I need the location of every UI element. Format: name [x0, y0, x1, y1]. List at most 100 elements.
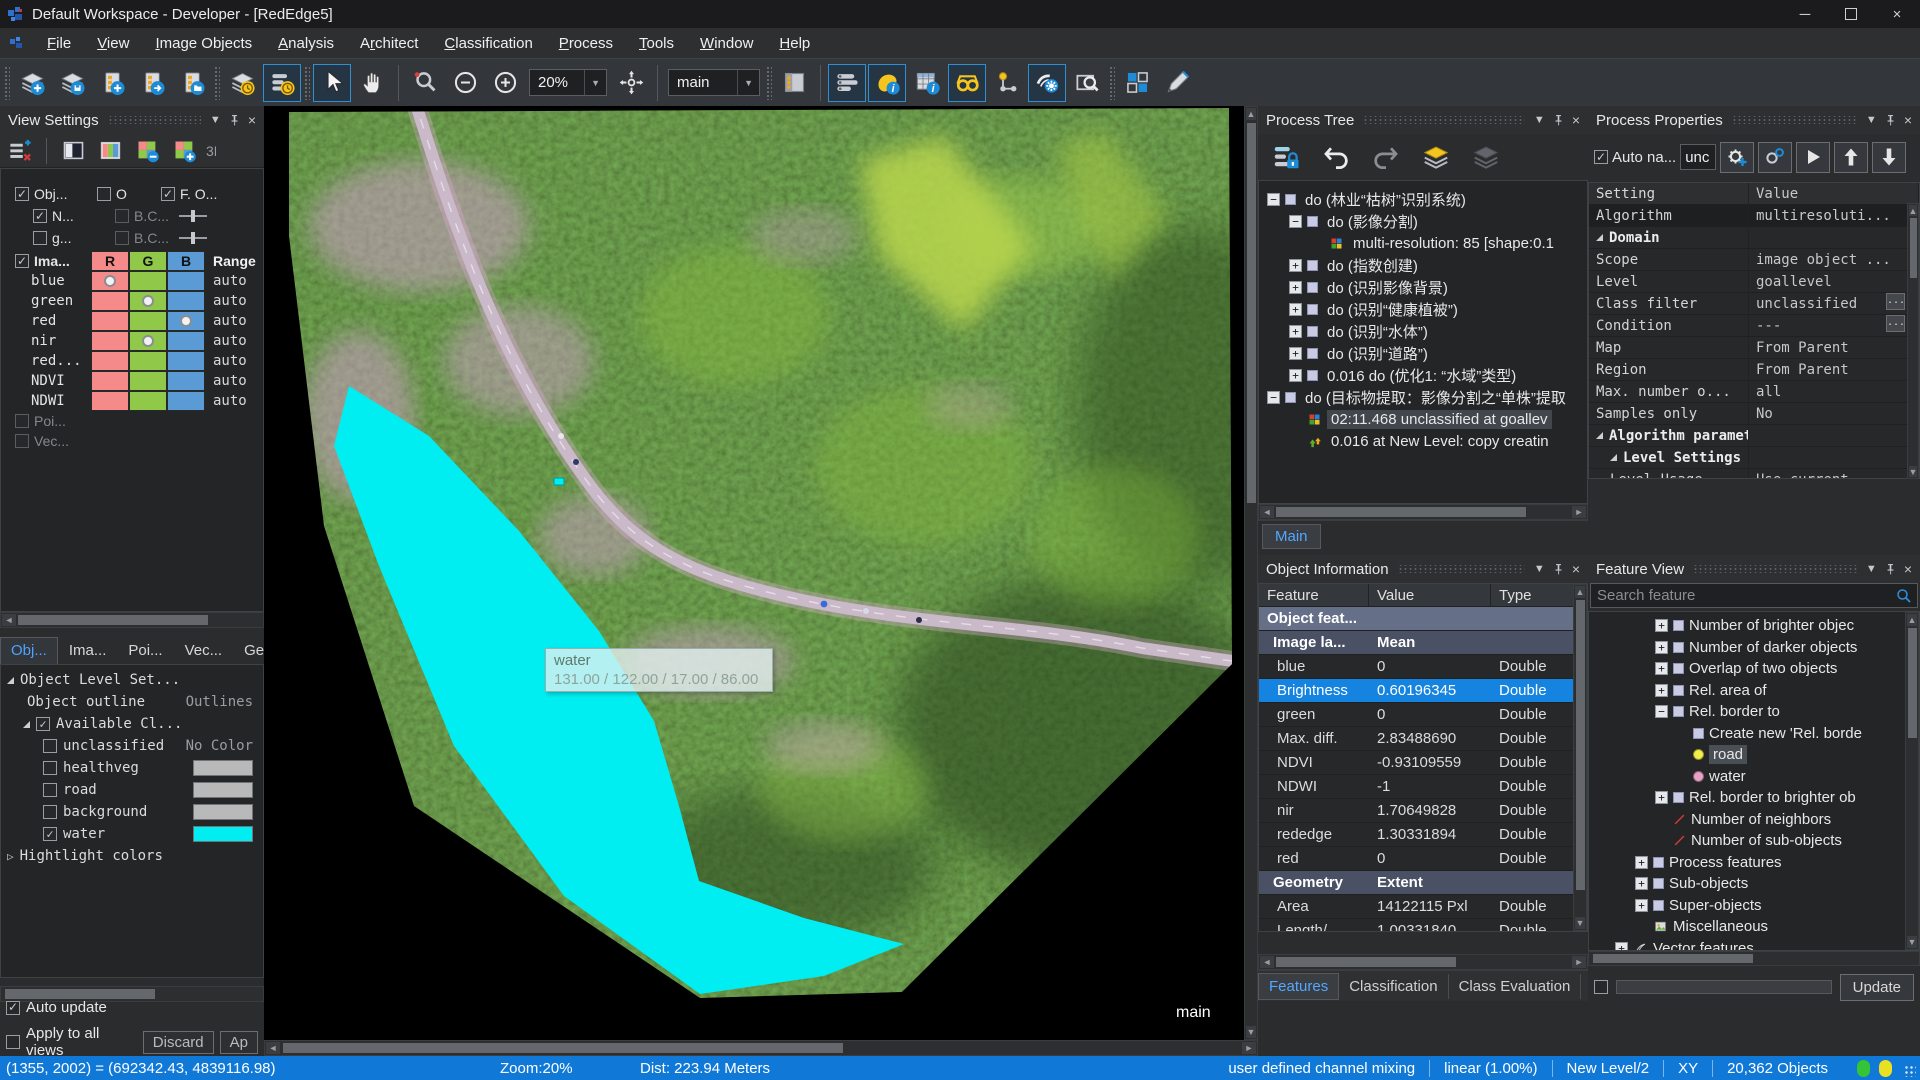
process-name-input[interactable]: unc: [1680, 144, 1716, 170]
class-checkbox[interactable]: [43, 739, 57, 753]
expand-icon[interactable]: +: [1655, 684, 1668, 697]
active-view-select[interactable]: main▼: [668, 69, 760, 96]
channel-cell-r[interactable]: [91, 391, 129, 411]
channel-cell-b[interactable]: [167, 291, 205, 311]
column-header-value[interactable]: Value: [1369, 584, 1491, 606]
feature-row[interactable]: red0Double: [1259, 847, 1587, 871]
expand-icon[interactable]: +: [1289, 303, 1302, 316]
column-header-feature[interactable]: Feature: [1259, 584, 1369, 606]
vs-checkbox[interactable]: [115, 231, 129, 245]
zoom-in-button[interactable]: [486, 64, 524, 102]
object-links-button[interactable]: [988, 64, 1026, 102]
expand-icon[interactable]: +: [1635, 899, 1648, 912]
feature-tree-row[interactable]: +Overlap of two objects: [1589, 658, 1919, 680]
menu-window[interactable]: Window: [687, 32, 766, 55]
feature-view-vscrollbar[interactable]: ▲▼: [1905, 612, 1919, 950]
feature-tree-row[interactable]: +Sub-objects: [1589, 873, 1919, 895]
menu-process[interactable]: Process: [546, 32, 626, 55]
process-list-button[interactable]: [1267, 138, 1305, 176]
property-row[interactable]: Max. number o...all: [1589, 381, 1919, 403]
move-up-button[interactable]: [1834, 142, 1868, 173]
channel-cell-g[interactable]: [129, 331, 167, 351]
feature-row[interactable]: Object feat...: [1259, 607, 1587, 631]
export-data-button[interactable]: [133, 64, 171, 102]
minimize-button[interactable]: ─: [1782, 0, 1828, 28]
pin-icon[interactable]: [228, 114, 241, 127]
close-icon[interactable]: ×: [1904, 113, 1912, 127]
feature-tree-row[interactable]: Create new 'Rel. borde: [1589, 723, 1919, 745]
layer-range[interactable]: auto: [205, 291, 261, 311]
menu-architect[interactable]: Architect: [347, 32, 431, 55]
property-row[interactable]: Level Settings: [1589, 447, 1919, 469]
vs-checkbox[interactable]: [97, 187, 111, 201]
process-row[interactable]: −do (目标物提取：影像分割之“单株”提取: [1259, 386, 1587, 408]
menu-tools[interactable]: Tools: [626, 32, 687, 55]
class-checkbox[interactable]: [43, 761, 57, 775]
vs-checkbox[interactable]: [33, 231, 47, 245]
object-information-vscrollbar[interactable]: ▲▼: [1573, 584, 1587, 931]
level-tree-row[interactable]: healthveg: [1, 757, 263, 779]
expander-open-icon[interactable]: [23, 721, 30, 728]
zoom-level-select[interactable]: 20%▼: [529, 69, 607, 96]
pixel-view-button[interactable]: i: [868, 64, 906, 102]
channel-cell-b[interactable]: [167, 351, 205, 371]
zoom-out-button[interactable]: [446, 64, 484, 102]
image-data-checkbox[interactable]: [15, 254, 29, 268]
edit-algorithm-button[interactable]: [1720, 142, 1754, 173]
process-row[interactable]: +do (识别“道路”): [1259, 342, 1587, 364]
channel-cell-g[interactable]: [129, 311, 167, 331]
expand-icon[interactable]: +: [1655, 662, 1668, 675]
layer-row[interactable]: greenauto: [1, 291, 263, 311]
feature-tree-row[interactable]: road: [1589, 744, 1919, 766]
level-tree-row[interactable]: Available Cl...: [1, 713, 263, 735]
3d-view-label[interactable]: 3D: [206, 143, 216, 159]
close-icon[interactable]: ×: [1572, 113, 1580, 127]
expander-closed-icon[interactable]: ▷: [7, 850, 14, 863]
ellipsis-button[interactable]: ...: [1886, 293, 1905, 310]
run-process-button[interactable]: [263, 64, 301, 102]
process-row[interactable]: multi-resolution: 85 [shape:0.1: [1259, 232, 1587, 254]
expand-icon[interactable]: +: [1289, 369, 1302, 382]
process-row[interactable]: +0.016 do (优化1: “水域”类型): [1259, 364, 1587, 386]
close-icon[interactable]: ×: [1904, 562, 1912, 576]
feature-tree-row[interactable]: +Vector features: [1589, 938, 1919, 952]
class-checkbox[interactable]: [36, 717, 50, 731]
channel-cell-b[interactable]: [167, 371, 205, 391]
channel-cell-r[interactable]: [91, 371, 129, 391]
edit-layer-mixing-button[interactable]: [4, 135, 36, 167]
menu-help[interactable]: Help: [766, 32, 823, 55]
property-row[interactable]: RegionFrom Parent: [1589, 359, 1919, 381]
expand-icon[interactable]: +: [1615, 942, 1628, 951]
move-down-button[interactable]: [1872, 142, 1906, 173]
expand-icon[interactable]: +: [1289, 281, 1302, 294]
vs-checkbox[interactable]: [161, 187, 175, 201]
process-row[interactable]: 02:11.468 unclassified at goallev: [1259, 408, 1587, 430]
add-split-button[interactable]: [168, 135, 200, 167]
menu-classification[interactable]: Classification: [431, 32, 545, 55]
process-row[interactable]: +do (指数创建): [1259, 254, 1587, 276]
class-checkbox[interactable]: [43, 827, 57, 841]
compare-view-button[interactable]: [1158, 64, 1196, 102]
open-file-button[interactable]: [173, 64, 211, 102]
run-tree-button[interactable]: [1417, 138, 1455, 176]
auto-name-checkbox[interactable]: [1594, 150, 1608, 164]
undo-button[interactable]: [1317, 138, 1355, 176]
update-button[interactable]: Update: [1840, 974, 1914, 1001]
feature-tree-row[interactable]: Number of neighbors: [1589, 809, 1919, 831]
tab-features[interactable]: Features: [1258, 973, 1339, 1000]
layer-range[interactable]: auto: [205, 271, 261, 291]
save-project-button[interactable]: [53, 64, 91, 102]
new-project-button[interactable]: [13, 64, 51, 102]
channel-radio[interactable]: [142, 335, 154, 347]
pin-icon[interactable]: [1552, 563, 1565, 576]
property-row[interactable]: Level UsageUse current: [1589, 469, 1919, 479]
expander-open-icon[interactable]: [7, 677, 14, 684]
group-expander-icon[interactable]: [1596, 234, 1603, 241]
pin-icon[interactable]: [1552, 114, 1565, 127]
class-checkbox[interactable]: [43, 805, 57, 819]
property-row[interactable]: MapFrom Parent: [1589, 337, 1919, 359]
expand-icon[interactable]: +: [1635, 856, 1648, 869]
window-layout-button[interactable]: [775, 64, 813, 102]
channel-cell-g[interactable]: [129, 391, 167, 411]
feature-tree-row[interactable]: water: [1589, 766, 1919, 788]
